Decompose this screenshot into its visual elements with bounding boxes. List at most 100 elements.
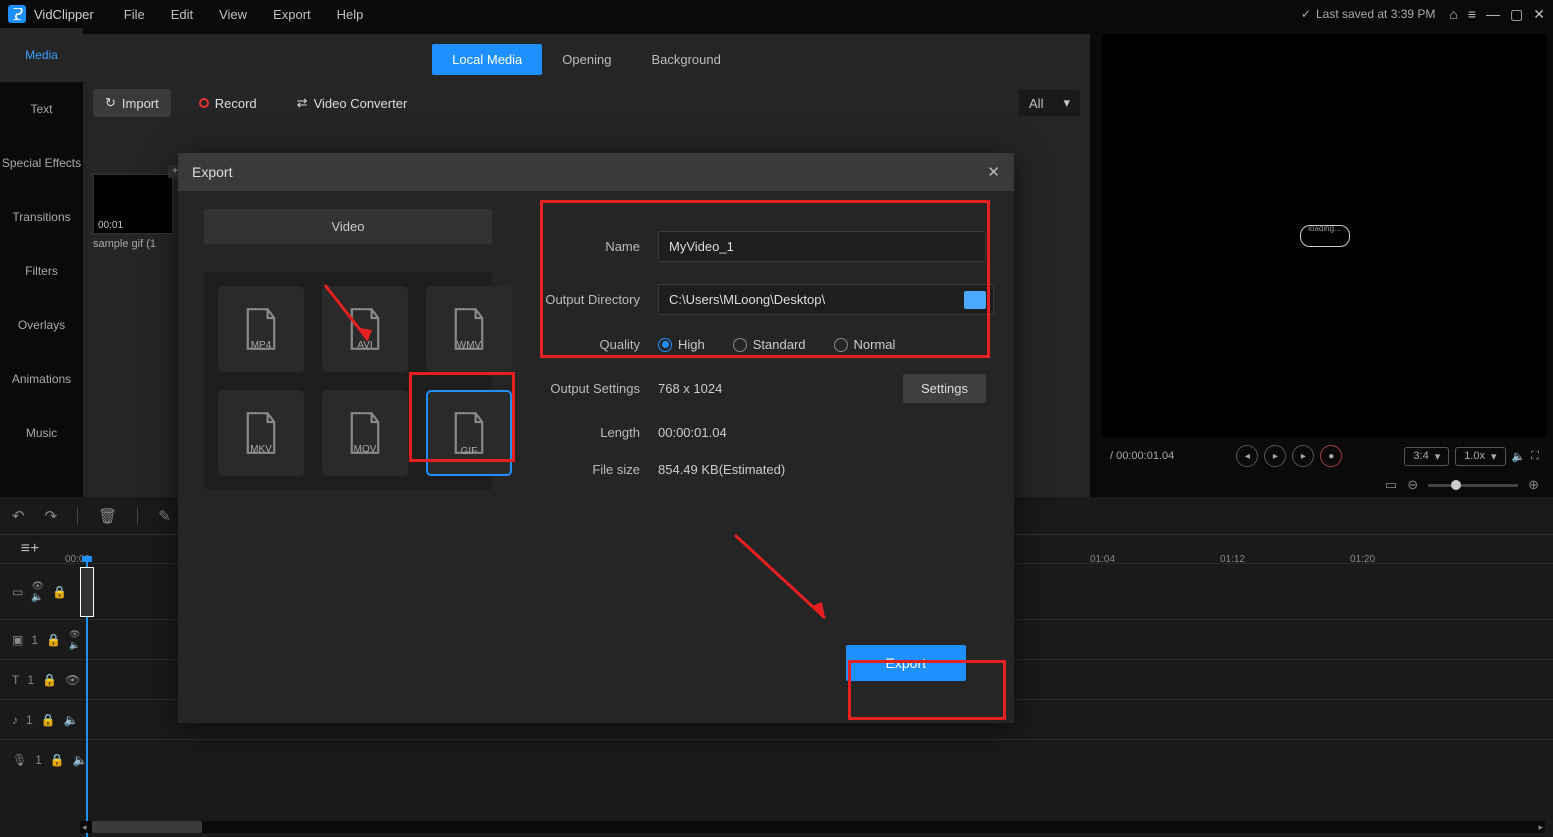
lock-icon[interactable]: 🔒	[41, 713, 56, 727]
menu-help[interactable]: Help	[337, 7, 364, 22]
output-settings-label: Output Settings	[528, 381, 658, 396]
fullscreen-icon[interactable]: ⛶	[1531, 450, 1539, 463]
music-icon: ♪	[12, 713, 18, 727]
scrollbar-thumb[interactable]	[92, 821, 202, 833]
sidebar-music[interactable]: Music	[0, 406, 83, 460]
lock-icon[interactable]: 🔒	[50, 753, 65, 767]
sidebar-special-effects[interactable]: Special Effects	[0, 136, 83, 190]
sidebar-animations[interactable]: Animations	[0, 352, 83, 406]
timeline-scrollbar[interactable]: ◂ ▸	[80, 821, 1545, 833]
sidebar-text[interactable]: Text	[0, 82, 83, 136]
sidebar: Media Text Special Effects Transitions F…	[0, 28, 83, 497]
chevron-down-icon: ▾	[1435, 450, 1441, 463]
browse-folder-button[interactable]	[964, 291, 986, 309]
chevron-down-icon: ▾	[1063, 95, 1070, 111]
record-button[interactable]: Record	[187, 90, 269, 117]
add-track-button[interactable]: ≡+	[0, 540, 60, 558]
lock-icon[interactable]: 🔒	[52, 585, 67, 599]
preview-time-total: / 00:00:01.04	[1110, 450, 1174, 462]
play-button[interactable]: ▸	[1264, 445, 1286, 467]
import-button[interactable]: ↻ Import	[93, 89, 171, 117]
eye-icon[interactable]: 👁	[65, 673, 80, 687]
output-dir-input[interactable]	[658, 284, 994, 315]
quality-high-radio[interactable]: High	[658, 337, 705, 352]
export-button[interactable]: Export	[846, 645, 966, 681]
text-icon: T	[12, 673, 19, 687]
undo-button[interactable]: ↶	[12, 507, 25, 525]
output-settings-value: 768 x 1024	[658, 381, 722, 396]
length-value: 00:00:01.04	[658, 425, 727, 440]
tab-local-media[interactable]: Local Media	[432, 44, 542, 75]
format-mkv[interactable]: MKV	[218, 390, 304, 476]
preview-panel: loading... / 00:00:01.04 ◂ ▸ ▸ ● 3:4▾ 1.…	[1102, 34, 1547, 497]
media-filter-dropdown[interactable]: All ▾	[1019, 90, 1080, 116]
zoom-out-icon[interactable]: ⊖	[1407, 477, 1418, 493]
maximize-icon[interactable]: ▢	[1510, 6, 1523, 23]
pip-icon: ▣	[12, 633, 23, 647]
zoom-in-icon[interactable]: ⊕	[1528, 477, 1539, 493]
home-icon[interactable]: ⌂	[1449, 6, 1457, 23]
quality-standard-radio[interactable]: Standard	[733, 337, 806, 352]
minimize-icon[interactable]: —	[1486, 6, 1500, 23]
format-mp4[interactable]: MP4	[218, 286, 304, 372]
media-item[interactable]: 00:01 + sample gif (1	[93, 174, 173, 250]
zoom-slider[interactable]	[1428, 484, 1518, 487]
speed-dropdown[interactable]: 1.0x▾	[1455, 447, 1505, 466]
eye-icon[interactable]: 👁🔈	[69, 629, 80, 651]
eye-icon[interactable]: 👁🔈	[31, 581, 44, 603]
track-mic[interactable]: 🎙1🔒🔈	[0, 739, 1553, 779]
volume-icon[interactable]: 🔈	[1512, 450, 1526, 463]
sidebar-transitions[interactable]: Transitions	[0, 190, 83, 244]
mic-icon: 🎙	[12, 753, 27, 767]
menu-edit[interactable]: Edit	[171, 7, 193, 22]
menu-export[interactable]: Export	[273, 7, 311, 22]
stop-button[interactable]: ●	[1320, 445, 1342, 467]
name-input[interactable]	[658, 231, 986, 262]
check-icon: ✓	[1301, 7, 1311, 21]
volume-icon[interactable]: 🔈	[64, 713, 79, 727]
preview-canvas: loading...	[1102, 34, 1547, 437]
delete-button[interactable]: 🗑	[98, 507, 117, 525]
quality-normal-radio[interactable]: Normal	[834, 337, 896, 352]
video-converter-button[interactable]: ⇄ Video Converter	[285, 89, 420, 117]
length-label: Length	[528, 425, 658, 440]
snapshot-icon[interactable]: ▭	[1385, 477, 1397, 493]
format-mov[interactable]: MOV	[322, 390, 408, 476]
app-name: VidClipper	[34, 7, 94, 22]
tab-background[interactable]: Background	[631, 44, 740, 75]
sidebar-media[interactable]: Media	[0, 28, 83, 82]
redo-button[interactable]: ↷	[45, 507, 58, 525]
edit-button[interactable]: ✎	[158, 507, 171, 525]
titlebar: VidClipper File Edit View Export Help ✓ …	[0, 0, 1553, 28]
hamburger-icon[interactable]: ≡	[1468, 6, 1476, 23]
sidebar-filters[interactable]: Filters	[0, 244, 83, 298]
prev-frame-button[interactable]: ◂	[1236, 445, 1258, 467]
menu-view[interactable]: View	[219, 7, 247, 22]
close-icon[interactable]: ✕	[1533, 6, 1545, 23]
file-size-label: File size	[528, 462, 658, 477]
last-saved: ✓ Last saved at 3:39 PM	[1301, 7, 1435, 21]
app-logo	[8, 5, 26, 23]
aspect-dropdown[interactable]: 3:4▾	[1404, 447, 1449, 466]
settings-button[interactable]: Settings	[903, 374, 986, 403]
scroll-right-icon[interactable]: ▸	[1538, 822, 1543, 833]
menu-file[interactable]: File	[124, 7, 145, 22]
sidebar-overlays[interactable]: Overlays	[0, 298, 83, 352]
lock-icon[interactable]: 🔒	[42, 673, 57, 687]
dialog-close-button[interactable]: ✕	[987, 163, 1000, 181]
quality-label: Quality	[528, 337, 658, 352]
lock-icon[interactable]: 🔒	[46, 633, 61, 647]
tab-opening[interactable]: Opening	[542, 44, 631, 75]
dialog-title: Export	[192, 164, 232, 180]
export-tab-video[interactable]: Video	[204, 209, 492, 244]
format-gif[interactable]: GIF	[426, 390, 512, 476]
video-icon: ▭	[12, 585, 23, 599]
chevron-down-icon: ▾	[1491, 450, 1497, 463]
format-wmv[interactable]: WMV	[426, 286, 512, 372]
export-dialog: Export ✕ Video MP4 AVI WMV	[178, 153, 1014, 723]
timeline-clip[interactable]	[80, 567, 94, 617]
format-avi[interactable]: AVI	[322, 286, 408, 372]
format-grid: MP4 AVI WMV MKV MOV	[204, 272, 492, 490]
scroll-left-icon[interactable]: ◂	[82, 822, 87, 833]
next-frame-button[interactable]: ▸	[1292, 445, 1314, 467]
